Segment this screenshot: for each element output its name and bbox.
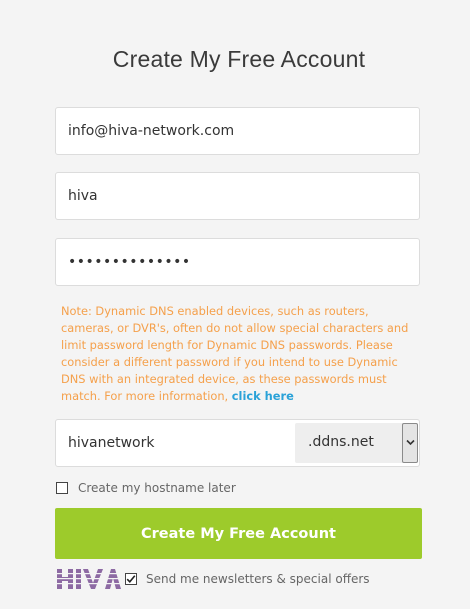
newsletter-option: Send me newsletters & special offers (125, 572, 370, 586)
chevron-down-icon[interactable] (402, 423, 418, 463)
hostname-input[interactable] (56, 420, 294, 466)
domain-selected-value: .ddns.net (308, 434, 374, 450)
hiva-logo (55, 567, 123, 591)
hostname-later-option: Create my hostname later (56, 481, 236, 495)
domain-select[interactable]: .ddns.net (295, 423, 418, 463)
hostname-later-label: Create my hostname later (78, 481, 236, 495)
page-title: Create My Free Account (112, 46, 366, 72)
email-field[interactable] (55, 107, 420, 155)
click-here-link[interactable]: click here (232, 389, 294, 403)
hiva-logo-icon (55, 569, 123, 589)
newsletter-checkbox[interactable] (125, 573, 137, 585)
username-field[interactable] (55, 172, 420, 220)
password-field[interactable] (55, 238, 420, 286)
checkmark-icon (126, 575, 136, 583)
password-note: Note: Dynamic DNS enabled devices, such … (61, 303, 421, 405)
hostname-later-checkbox[interactable] (56, 482, 68, 494)
create-account-button[interactable]: Create My Free Account (55, 508, 422, 559)
newsletter-label: Send me newsletters & special offers (146, 572, 370, 586)
hostname-group: .ddns.net (55, 419, 420, 467)
